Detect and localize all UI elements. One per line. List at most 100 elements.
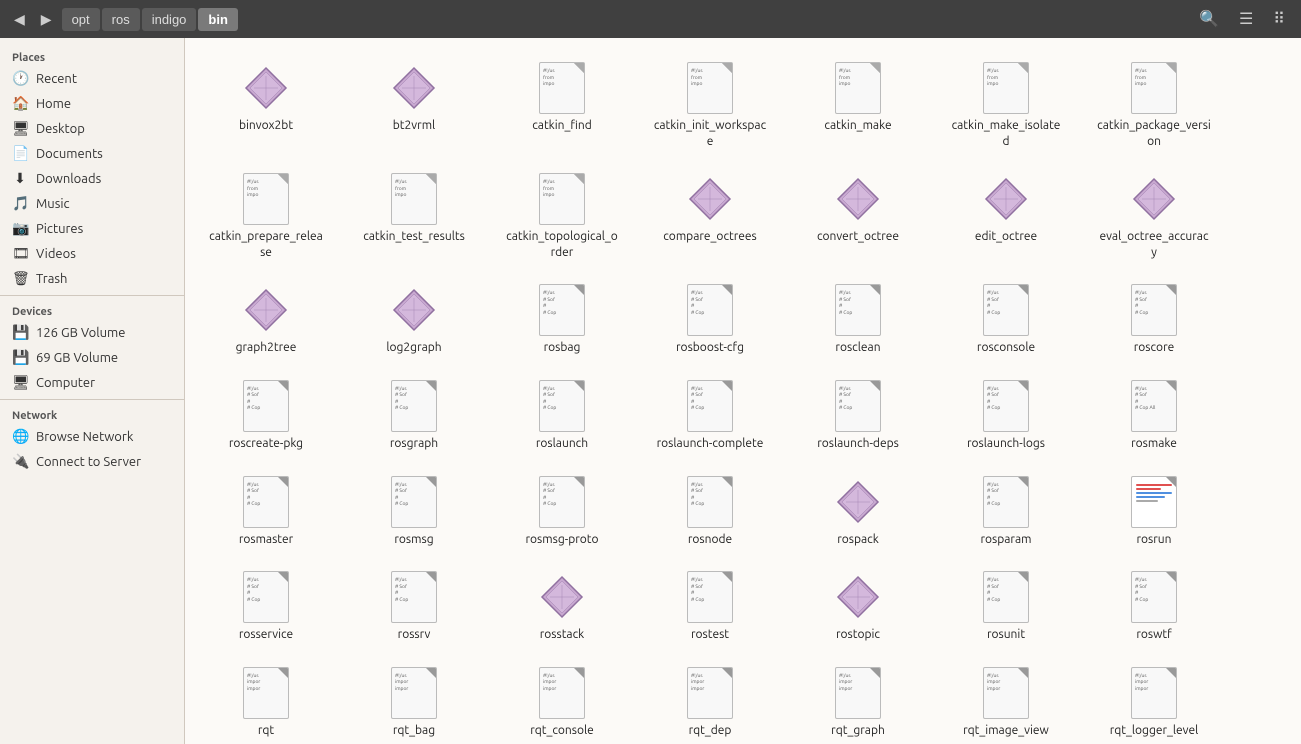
breadcrumb-opt[interactable]: opt — [62, 8, 100, 31]
file-icon-container: #!/us # Sof # # Cop — [388, 380, 440, 432]
file-item[interactable]: #!/us # Sof # # Cop roslaunch — [497, 372, 627, 460]
file-item[interactable]: #!/us # Sof # # Cop rosconsole — [941, 276, 1071, 364]
file-item[interactable]: #!/us # Sof # # Cop rosboost-cfg — [645, 276, 775, 364]
file-name: catkin_prepare_release — [209, 229, 323, 260]
file-item[interactable]: #!/us # Sof # # Cop rosservice — [201, 563, 331, 651]
file-item[interactable]: #!/us from impo catkin_package_version — [1089, 54, 1219, 157]
file-item[interactable]: #!/us from impo catkin_make_isolated — [941, 54, 1071, 157]
menu-button[interactable]: ☰ — [1231, 5, 1261, 33]
file-item[interactable]: #!/us from impo catkin_init_workspace — [645, 54, 775, 157]
file-item[interactable]: #!/us from impo catkin_make — [793, 54, 923, 157]
file-item[interactable]: #!/us from impo catkin_prepare_release — [201, 165, 331, 268]
file-item[interactable]: #!/us # Sof # # Cop rosunit — [941, 563, 1071, 651]
script-file-icon: #!/us impor impor — [687, 667, 733, 719]
file-item[interactable]: #!/us # Sof # # Cop rossrv — [349, 563, 479, 651]
sidebar-item-126gb[interactable]: 💾 126 GB Volume — [0, 320, 184, 345]
file-item[interactable]: graph2tree — [201, 276, 331, 364]
file-name: catkin_make_isolated — [949, 118, 1063, 149]
file-item[interactable]: #!/us impor impor rqt_bag — [349, 659, 479, 744]
sidebar-item-desktop[interactable]: 🖥 Desktop — [0, 116, 184, 141]
sidebar-item-browse-network[interactable]: 🌐 Browse Network — [0, 424, 184, 449]
file-item[interactable]: #!/us # Sof # # Cop rosmsg — [349, 468, 479, 556]
file-name: rospack — [837, 532, 879, 548]
sidebar-item-computer[interactable]: 🖥 Computer — [0, 370, 184, 395]
file-item[interactable]: #!/us impor impor rqt_logger_level — [1089, 659, 1219, 744]
sidebar-item-69gb[interactable]: 💾 69 GB Volume — [0, 345, 184, 370]
file-item[interactable]: #!/us from impo catkin_topological_order — [497, 165, 627, 268]
breadcrumb-bin[interactable]: bin — [198, 8, 238, 31]
file-item[interactable]: rospack — [793, 468, 923, 556]
file-item[interactable]: #!/us # Sof # # Cop rosnode — [645, 468, 775, 556]
main-layout: Places 🕐 Recent 🏠 Home 🖥 Desktop 📄 Docum… — [0, 38, 1301, 744]
file-item[interactable]: edit_octree — [941, 165, 1071, 268]
file-item[interactable]: #!/us # Sof # # Cop roscore — [1089, 276, 1219, 364]
file-item[interactable]: #!/us from impo catkin_find — [497, 54, 627, 157]
file-icon-container: #!/us # Sof # # Cop — [240, 380, 292, 432]
sidebar-item-videos[interactable]: 🎞 Videos — [0, 241, 184, 266]
sidebar-item-home[interactable]: 🏠 Home — [0, 91, 184, 116]
file-item[interactable]: rostopic — [793, 563, 923, 651]
file-item[interactable]: #!/us # Sof # # Cop roslaunch-complete — [645, 372, 775, 460]
file-item[interactable]: rosrun — [1089, 468, 1219, 556]
script-file-icon: #!/us from impo — [835, 62, 881, 114]
sidebar-item-music[interactable]: 🎵 Music — [0, 191, 184, 216]
documents-icon: 📄 — [12, 145, 28, 162]
file-item[interactable]: #!/us # Sof # # Cop roswtf — [1089, 563, 1219, 651]
file-icon-container: #!/us # Sof # # Cop — [684, 380, 736, 432]
trash-icon: 🗑 — [12, 270, 28, 287]
file-item[interactable]: #!/us # Sof # # Cop rostest — [645, 563, 775, 651]
file-item[interactable]: #!/us impor impor rqt_graph — [793, 659, 923, 744]
file-item[interactable]: #!/us impor impor rqt_console — [497, 659, 627, 744]
file-icon-container — [240, 284, 292, 336]
back-button[interactable]: ◀ — [8, 7, 31, 32]
file-item[interactable]: #!/us # Sof # # Cop rosparam — [941, 468, 1071, 556]
file-item[interactable]: #!/us # Sof # # Cop rosmaster — [201, 468, 331, 556]
search-button[interactable]: 🔍 — [1191, 5, 1227, 33]
diamond-file-icon — [392, 288, 436, 332]
sidebar-item-connect-server[interactable]: 🔌 Connect to Server — [0, 449, 184, 474]
file-item[interactable]: #!/us # Sof # # Cop roscreate-pkg — [201, 372, 331, 460]
breadcrumb-ros[interactable]: ros — [102, 8, 140, 31]
file-item[interactable]: #!/us # Sof # # Cop rosgraph — [349, 372, 479, 460]
grid-button[interactable]: ⠿ — [1265, 5, 1293, 33]
file-item[interactable]: #!/us # Sof # # Cop All rosmake — [1089, 372, 1219, 460]
file-item[interactable]: #!/us impor impor rqt — [201, 659, 331, 744]
downloads-icon: ⬇ — [12, 170, 28, 187]
file-item[interactable]: bt2vrml — [349, 54, 479, 157]
script-file-icon: #!/us impor impor — [391, 667, 437, 719]
script-file-icon: #!/us from impo — [1131, 62, 1177, 114]
sidebar-item-trash[interactable]: 🗑 Trash — [0, 266, 184, 291]
file-item[interactable]: eval_octree_accuracy — [1089, 165, 1219, 268]
forward-button[interactable]: ▶ — [35, 7, 58, 32]
file-item[interactable]: #!/us # Sof # # Cop rosbag — [497, 276, 627, 364]
file-item[interactable]: #!/us # Sof # # Cop rosmsg-proto — [497, 468, 627, 556]
file-icon-container: #!/us impor impor — [388, 667, 440, 719]
file-item[interactable]: #!/us # Sof # # Cop roslaunch-logs — [941, 372, 1071, 460]
file-item[interactable]: #!/us # Sof # # Cop rosclean — [793, 276, 923, 364]
breadcrumb-indigo[interactable]: indigo — [142, 8, 197, 31]
script-file-icon: #!/us from impo — [687, 62, 733, 114]
file-item[interactable]: convert_octree — [793, 165, 923, 268]
file-item[interactable]: #!/us from impo catkin_test_results — [349, 165, 479, 268]
script-file-icon: #!/us # Sof # # Cop — [983, 476, 1029, 528]
text-file-icon — [1131, 476, 1177, 528]
sidebar-item-pictures[interactable]: 📷 Pictures — [0, 216, 184, 241]
file-name: roslaunch-deps — [817, 436, 899, 452]
file-item[interactable]: rosstack — [497, 563, 627, 651]
file-name: catkin_find — [532, 118, 592, 134]
file-item[interactable]: #!/us impor impor rqt_dep — [645, 659, 775, 744]
sidebar-item-documents[interactable]: 📄 Documents — [0, 141, 184, 166]
file-item[interactable]: compare_octrees — [645, 165, 775, 268]
file-item[interactable]: #!/us # Sof # # Cop roslaunch-deps — [793, 372, 923, 460]
file-item[interactable]: log2graph — [349, 276, 479, 364]
sidebar-item-downloads[interactable]: ⬇ Downloads — [0, 166, 184, 191]
sidebar-divider-2 — [0, 399, 184, 400]
sidebar-item-recent[interactable]: 🕐 Recent — [0, 66, 184, 91]
file-name: eval_octree_accuracy — [1097, 229, 1211, 260]
file-name: catkin_init_workspace — [653, 118, 767, 149]
file-item[interactable]: #!/us impor impor rqt_image_view — [941, 659, 1071, 744]
script-file-icon: #!/us from impo — [983, 62, 1029, 114]
diamond-file-icon — [836, 480, 880, 524]
file-icon-container: #!/us # Sof # # Cop — [1128, 571, 1180, 623]
file-item[interactable]: binvox2bt — [201, 54, 331, 157]
